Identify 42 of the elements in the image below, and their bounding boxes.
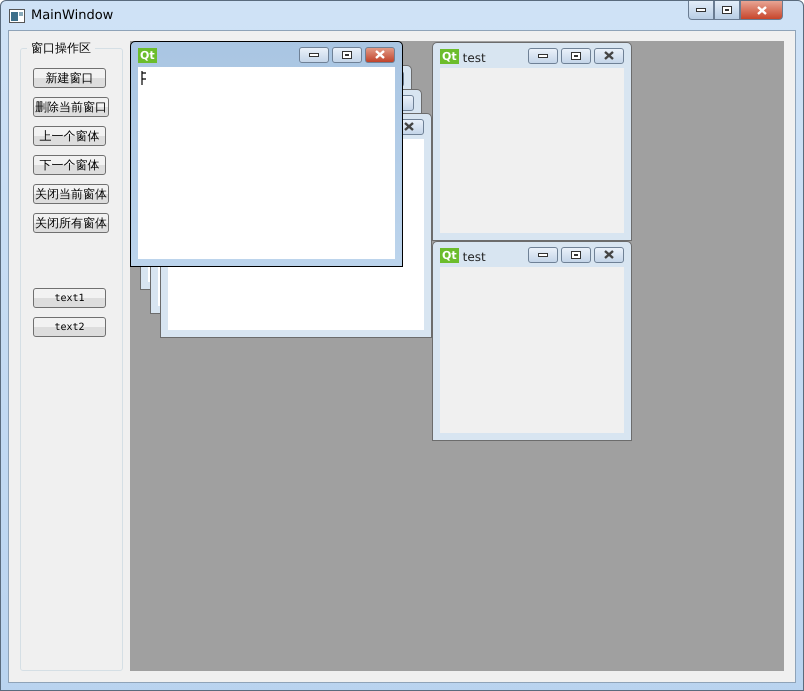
qt-logo: Qt (138, 48, 157, 63)
maximize-icon (571, 52, 581, 60)
qt-logo: Qt (440, 248, 459, 263)
minimize-button[interactable] (688, 1, 714, 20)
close-button[interactable] (740, 1, 783, 20)
close-icon (603, 51, 615, 60)
window-title: test (462, 51, 486, 65)
close-button[interactable] (594, 246, 624, 262)
action-button[interactable]: 关闭当前窗体 (33, 184, 109, 204)
close-icon (756, 6, 768, 14)
app-icon (9, 9, 25, 23)
action-button[interactable]: 删除当前窗口 (33, 97, 109, 117)
text-button[interactable]: text1 (33, 288, 106, 308)
group-title: 窗口操作区 (27, 40, 95, 57)
maximize-button[interactable] (561, 246, 591, 262)
window-title: test (462, 250, 486, 264)
minimize-icon (309, 52, 319, 56)
minimize-icon (696, 8, 706, 12)
qt-logo: Qt (440, 49, 459, 64)
text-button[interactable]: text2 (33, 317, 106, 337)
window-title: MainWindow (31, 8, 114, 23)
action-button[interactable]: 新建窗口 (33, 68, 106, 88)
close-icon (403, 122, 415, 131)
minimize-button[interactable] (528, 48, 558, 64)
action-button[interactable]: 下一个窗体 (33, 155, 106, 175)
close-button[interactable] (365, 46, 395, 62)
maximize-icon (571, 250, 581, 258)
close-icon (374, 50, 386, 59)
minimize-button[interactable] (528, 246, 558, 262)
maximize-button[interactable] (561, 48, 591, 64)
close-icon (603, 250, 615, 259)
maximize-icon (722, 6, 732, 14)
maximize-button[interactable] (714, 1, 740, 20)
minimize-button[interactable] (299, 46, 329, 62)
close-button[interactable] (594, 48, 624, 64)
action-button[interactable]: 上一个窗体 (33, 126, 106, 146)
text-cursor-icon (141, 71, 147, 85)
maximize-button[interactable] (332, 46, 362, 62)
minimize-icon (538, 252, 548, 256)
minimize-icon (538, 54, 548, 58)
maximize-icon (342, 50, 352, 58)
action-button[interactable]: 关闭所有窗体 (33, 213, 109, 233)
